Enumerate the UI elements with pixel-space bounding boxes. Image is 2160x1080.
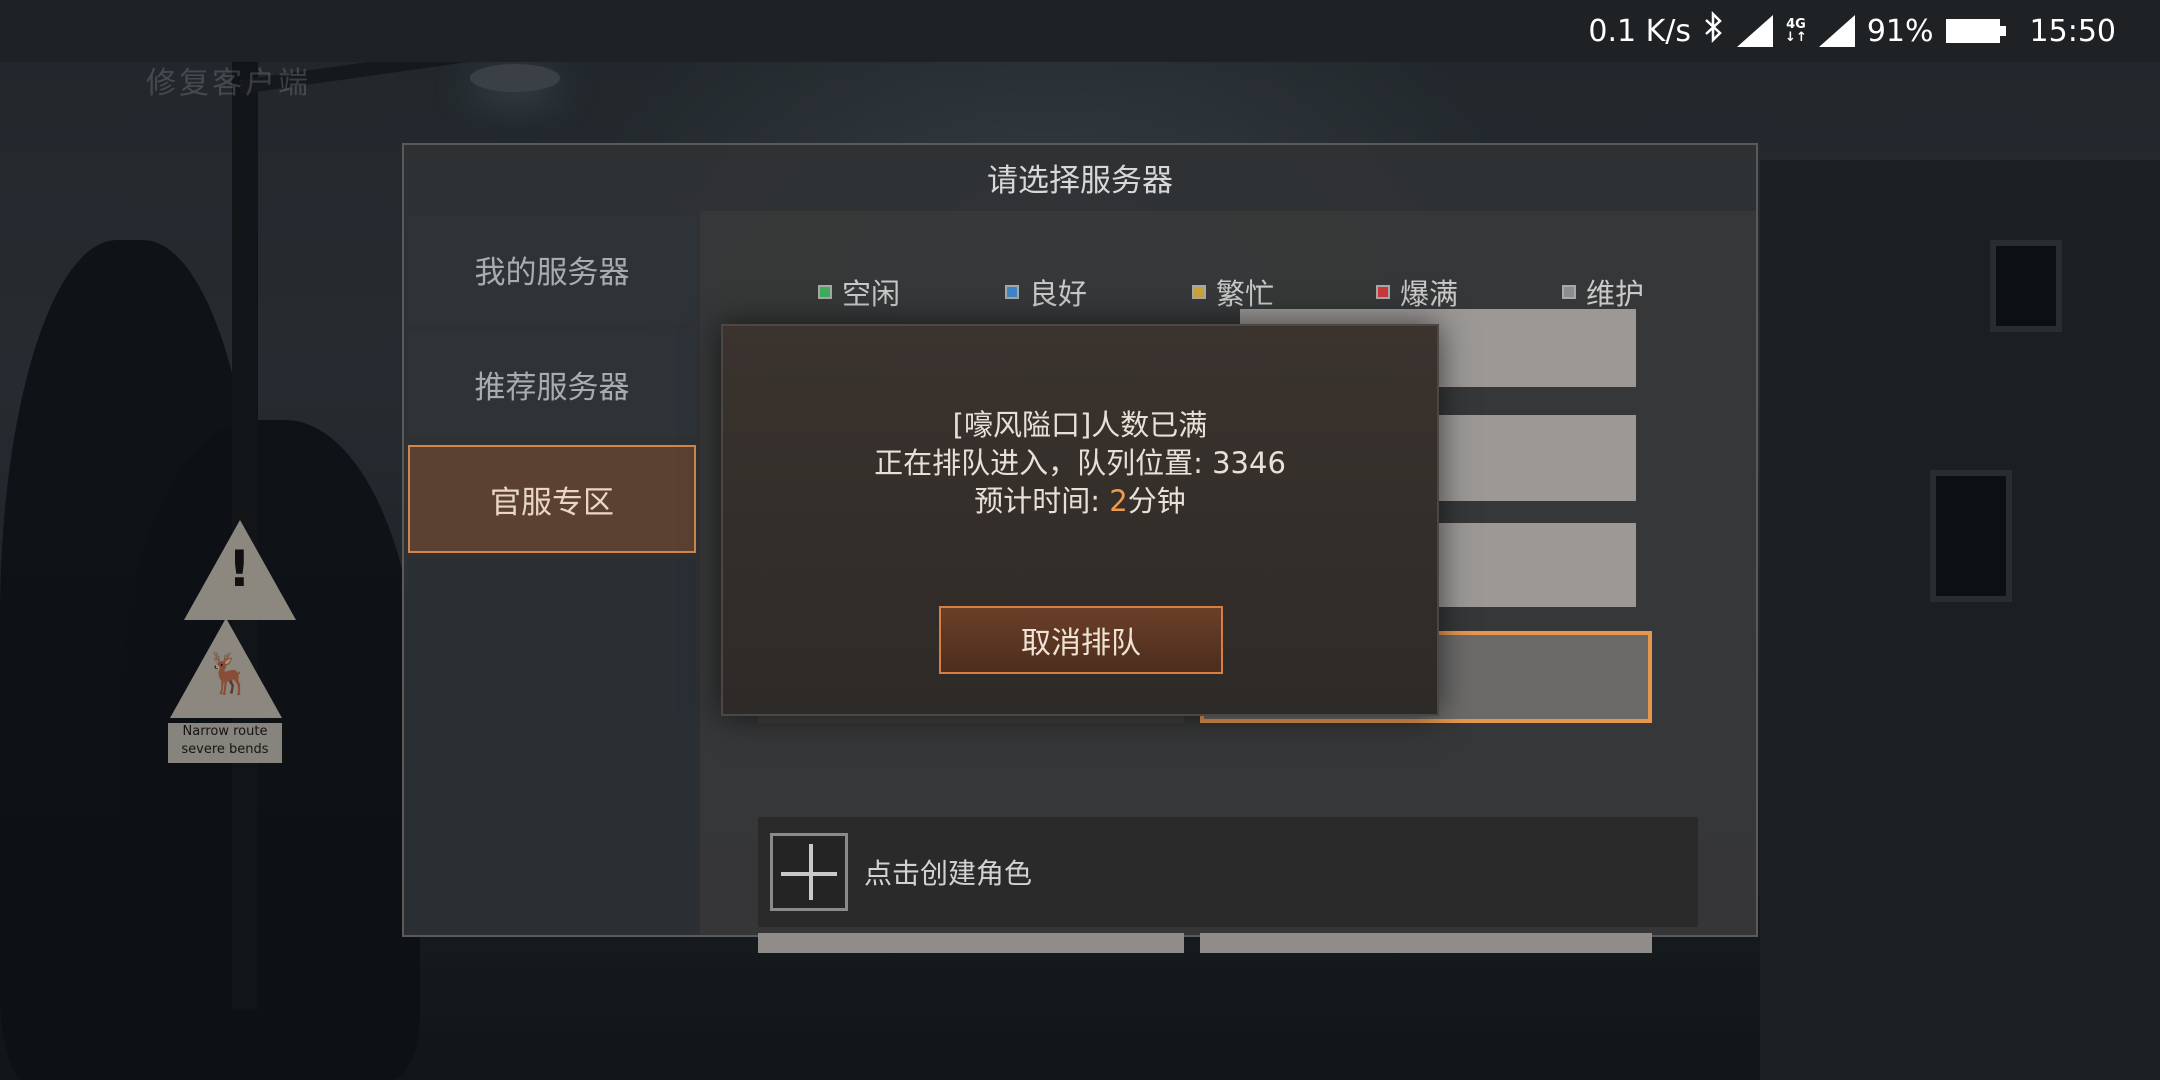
legend-item-full: 爆满 bbox=[1376, 271, 1458, 313]
queue-message: [嚎风隘口]人数已满 正在排队进入，队列位置: 3346 预计时间: 2分钟 bbox=[723, 406, 1437, 520]
queue-position-value: 3346 bbox=[1212, 446, 1286, 480]
battery-icon bbox=[1945, 19, 2006, 43]
status-bar: 0.1 K/s 4G ↓↑ 91% 15:50 bbox=[0, 0, 2160, 62]
full-status-icon bbox=[1376, 285, 1390, 299]
tab-my-servers[interactable]: 我的服务器 bbox=[408, 215, 696, 323]
idle-status-icon bbox=[818, 285, 832, 299]
cancel-queue-button[interactable]: 取消排队 bbox=[939, 606, 1223, 674]
create-role-button[interactable]: 点击创建角色 bbox=[758, 817, 1698, 927]
queue-dialog: [嚎风隘口]人数已满 正在排队进入，队列位置: 3346 预计时间: 2分钟 取… bbox=[721, 324, 1439, 716]
repair-client-label: 修复客户端 bbox=[146, 66, 311, 101]
plus-icon bbox=[770, 833, 848, 911]
clock: 15:50 bbox=[2029, 13, 2116, 49]
busy-status-icon bbox=[1192, 285, 1206, 299]
battery-percent: 91% bbox=[1866, 13, 1934, 49]
legend-item-good: 良好 bbox=[1005, 271, 1087, 313]
server-tile[interactable] bbox=[1200, 933, 1652, 953]
server-full-text: [嚎风隘口]人数已满 bbox=[952, 408, 1208, 442]
eta-value: 2 bbox=[1109, 484, 1128, 518]
legend-item-idle: 空闲 bbox=[818, 271, 900, 313]
net-speed: 0.1 K/s bbox=[1588, 13, 1692, 49]
signal-icon bbox=[1737, 15, 1774, 47]
server-tile[interactable] bbox=[758, 933, 1184, 953]
tab-recommended-servers[interactable]: 推荐服务器 bbox=[408, 330, 696, 438]
maintenance-status-icon bbox=[1562, 285, 1576, 299]
queue-position-text: 正在排队进入，队列位置: 3346 bbox=[874, 446, 1286, 480]
tab-official-servers[interactable]: 官服专区 bbox=[408, 445, 696, 553]
sidebar-empty-area bbox=[408, 559, 696, 935]
signal-icon bbox=[1818, 15, 1855, 47]
network-type: 4G ↓↑ bbox=[1785, 17, 1807, 45]
legend-item-busy: 繁忙 bbox=[1192, 271, 1274, 313]
panel-title: 请选择服务器 bbox=[987, 163, 1173, 199]
legend-item-maintenance: 维护 bbox=[1562, 271, 1644, 313]
create-role-label: 点击创建角色 bbox=[864, 857, 1033, 890]
good-status-icon bbox=[1005, 285, 1019, 299]
eta-text: 预计时间: 2分钟 bbox=[974, 484, 1186, 518]
bluetooth-icon bbox=[1703, 10, 1725, 51]
